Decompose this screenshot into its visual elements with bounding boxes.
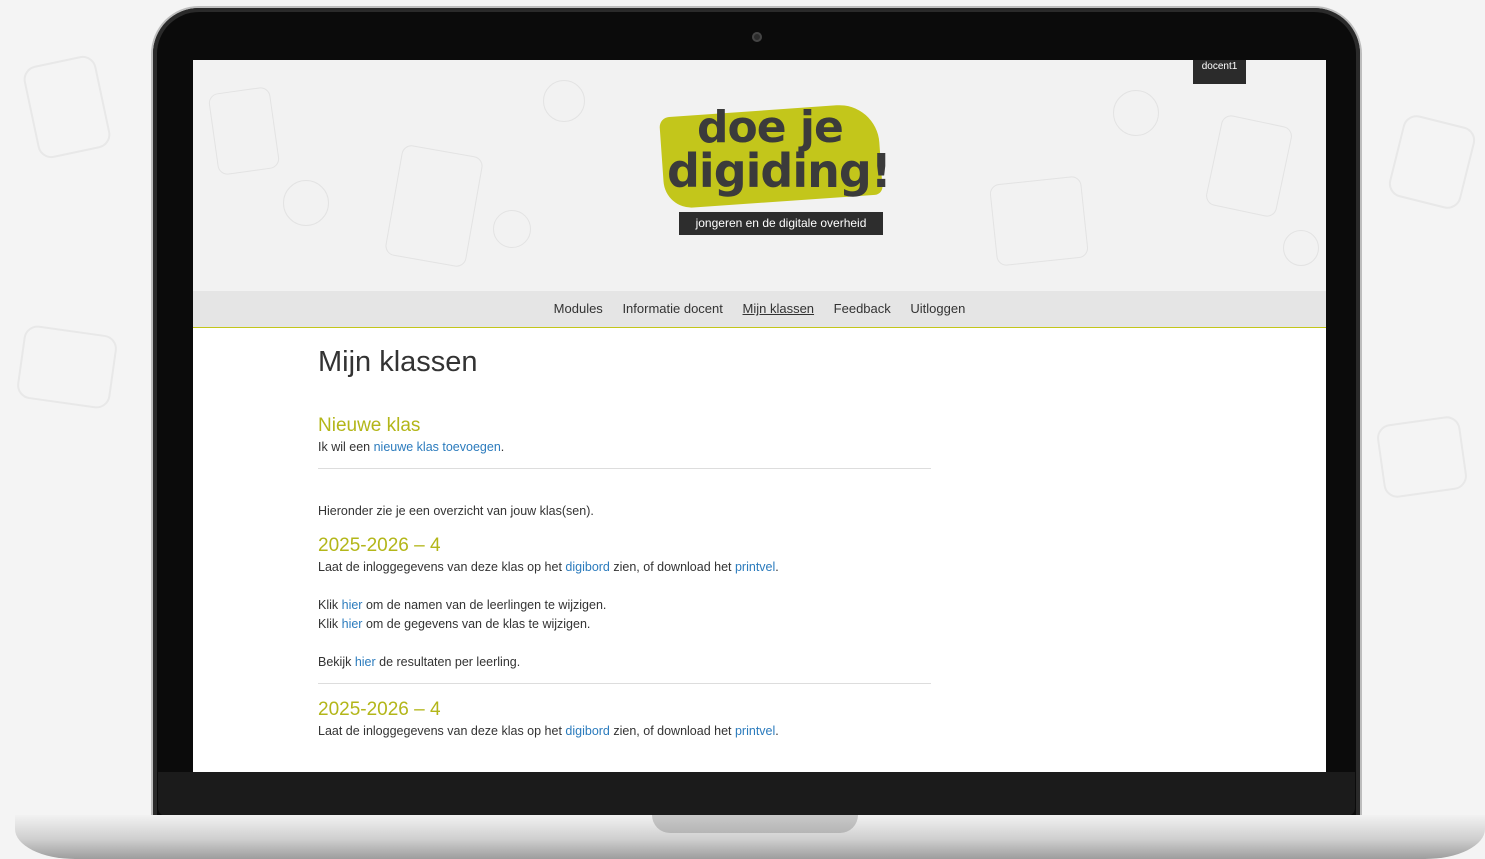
page-title: Mijn klassen bbox=[318, 346, 478, 378]
digibord-link[interactable]: digibord bbox=[565, 560, 609, 574]
laptop-notch bbox=[652, 815, 858, 833]
browser-screen: docent1 doe je digiding! jongeren en de … bbox=[193, 60, 1326, 772]
class-login-text: Laat de inloggegevens van deze klas op h… bbox=[318, 558, 931, 577]
new-class-heading: Nieuwe klas bbox=[318, 415, 421, 436]
nav-feedback[interactable]: Feedback bbox=[834, 301, 891, 316]
background-doodle bbox=[21, 53, 113, 161]
text: . bbox=[775, 724, 779, 738]
class-heading: 2025-2026 – 4 bbox=[318, 535, 441, 556]
text: Laat de inloggegevens van deze klas op h… bbox=[318, 560, 566, 574]
logo-text: digiding! bbox=[667, 144, 892, 198]
results-text: Bekijk hier de resultaten per leerling. bbox=[318, 653, 931, 672]
header-doodle bbox=[283, 180, 329, 226]
logo-tagline: jongeren en de digitale overheid bbox=[679, 212, 883, 235]
edit-names-link[interactable]: hier bbox=[342, 598, 363, 612]
main-content: Mijn klassen Nieuwe klas Ik wil een nieu… bbox=[318, 340, 931, 741]
user-badge[interactable]: docent1 bbox=[1193, 60, 1246, 84]
new-class-text: Ik wil een nieuwe klas toevoegen. bbox=[318, 438, 931, 457]
nav-informatie-docent[interactable]: Informatie docent bbox=[622, 301, 722, 316]
text: Klik bbox=[318, 598, 342, 612]
text: de resultaten per leerling. bbox=[375, 655, 521, 669]
add-class-link[interactable]: nieuwe klas toevoegen bbox=[374, 440, 501, 454]
nav-uitloggen[interactable]: Uitloggen bbox=[910, 301, 965, 316]
text: Klik bbox=[318, 617, 342, 631]
nav-mijn-klassen[interactable]: Mijn klassen bbox=[743, 301, 815, 316]
printvel-link[interactable]: printvel bbox=[735, 724, 775, 738]
background-doodle bbox=[1385, 112, 1479, 212]
text: Laat de inloggegevens van deze klas op h… bbox=[318, 724, 566, 738]
text: zien, of download het bbox=[609, 560, 735, 574]
text: . bbox=[775, 560, 779, 574]
header-doodle bbox=[1283, 230, 1319, 266]
camera-icon bbox=[752, 32, 762, 42]
header-doodle bbox=[1204, 113, 1294, 219]
intro-text: Hieronder zie je een overzicht van jouw … bbox=[318, 504, 594, 518]
edit-names-text: Klik hier om de namen van de leerlingen … bbox=[318, 596, 931, 615]
header-doodle bbox=[543, 80, 585, 122]
class-heading: 2025-2026 – 4 bbox=[318, 699, 441, 720]
text: Ik wil een bbox=[318, 440, 374, 454]
edit-class-link[interactable]: hier bbox=[342, 617, 363, 631]
text: zien, of download het bbox=[609, 724, 735, 738]
laptop-chin bbox=[158, 772, 1355, 816]
header-doodle bbox=[383, 143, 485, 269]
text: . bbox=[500, 440, 505, 454]
header-doodle bbox=[493, 210, 531, 248]
digibord-link[interactable]: digibord bbox=[565, 724, 609, 738]
header-doodle bbox=[1113, 90, 1159, 136]
site-header: docent1 doe je digiding! jongeren en de … bbox=[193, 60, 1326, 291]
nav-modules[interactable]: Modules bbox=[554, 301, 603, 316]
main-nav: Modules Informatie docent Mijn klassen F… bbox=[193, 291, 1326, 328]
results-link[interactable]: hier bbox=[355, 655, 376, 669]
background-doodle bbox=[15, 323, 119, 411]
background-doodle bbox=[1375, 414, 1469, 500]
edit-class-text: Klik hier om de gegevens van de klas te … bbox=[318, 615, 931, 634]
header-doodle bbox=[988, 175, 1090, 267]
text: om de gegevens van de klas te wijzigen. bbox=[362, 617, 591, 631]
class-login-text: Laat de inloggegevens van deze klas op h… bbox=[318, 722, 931, 741]
site-logo[interactable]: doe je digiding! jongeren en de digitale… bbox=[659, 102, 904, 244]
printvel-link[interactable]: printvel bbox=[735, 560, 775, 574]
header-doodle bbox=[207, 86, 281, 176]
text: om de namen van de leerlingen te wijzige… bbox=[362, 598, 607, 612]
text: Bekijk bbox=[318, 655, 355, 669]
